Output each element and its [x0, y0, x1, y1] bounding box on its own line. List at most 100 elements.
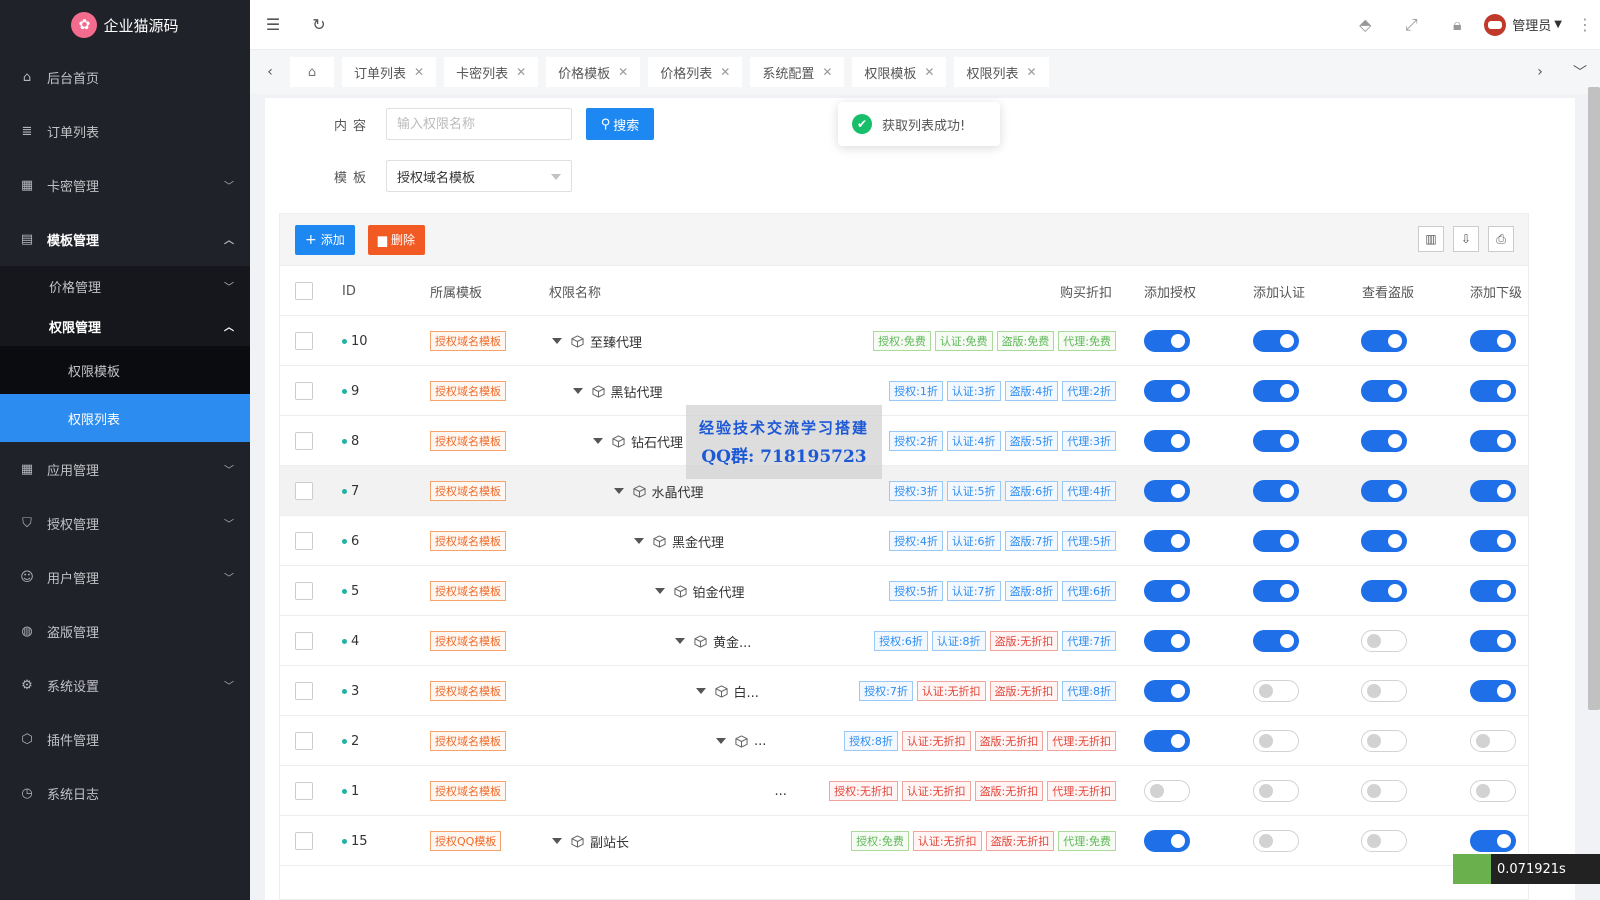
table-row[interactable]: 5 授权域名模板 铂金代理 授权:5折 认证:7折 盗版:8折 代理:6折: [280, 566, 1528, 616]
add-sub-switch[interactable]: [1470, 580, 1516, 602]
tab-cards[interactable]: 卡密列表 ✕: [444, 57, 539, 87]
table-row[interactable]: 9 授权域名模板 黑钻代理 授权:1折 认证:3折 盗版:4折 代理:2折: [280, 366, 1528, 416]
add-verify-switch[interactable]: [1253, 580, 1299, 602]
view-piracy-switch[interactable]: [1361, 480, 1407, 502]
view-piracy-switch[interactable]: [1361, 680, 1407, 702]
tree-expand-icon[interactable]: [716, 738, 726, 744]
column-header-id[interactable]: ID: [342, 266, 356, 316]
tree-expand-icon[interactable]: [654, 588, 665, 594]
row-checkbox[interactable]: [295, 832, 313, 850]
view-piracy-switch[interactable]: [1361, 730, 1407, 752]
permission-name-input[interactable]: [386, 108, 572, 140]
table-row[interactable]: 15 授权QQ模板 副站长 授权:免费 认证:无折扣 盗版:无折扣 代理:免费: [280, 816, 1528, 866]
tree-expand-icon[interactable]: [593, 438, 603, 444]
tree-expand-icon[interactable]: [634, 538, 644, 544]
close-icon[interactable]: ✕: [516, 65, 526, 79]
row-checkbox[interactable]: [295, 582, 313, 600]
add-license-switch[interactable]: [1144, 630, 1190, 652]
add-sub-switch[interactable]: [1470, 530, 1516, 552]
tab-home[interactable]: ⌂: [290, 57, 334, 87]
view-piracy-switch[interactable]: [1361, 630, 1407, 652]
add-sub-switch[interactable]: [1470, 730, 1516, 752]
add-license-switch[interactable]: [1144, 380, 1190, 402]
add-license-switch[interactable]: [1144, 830, 1190, 852]
view-piracy-switch[interactable]: [1361, 430, 1407, 452]
tab-price-templates[interactable]: 价格模板 ✕: [546, 57, 641, 87]
close-icon[interactable]: ✕: [1026, 65, 1036, 79]
sidebar-item-licenses[interactable]: ⛉ 授权管理 ﹀: [0, 496, 250, 550]
sidebar-item-settings[interactable]: ⚙ 系统设置 ﹀: [0, 658, 250, 712]
sidebar-item-permission-templates[interactable]: 权限模板: [0, 346, 250, 394]
tree-expand-icon[interactable]: [695, 688, 706, 694]
add-sub-switch[interactable]: [1470, 630, 1516, 652]
tree-expand-icon[interactable]: [675, 638, 685, 644]
add-verify-switch[interactable]: [1253, 530, 1299, 552]
add-license-switch[interactable]: [1144, 430, 1190, 452]
tab-permission-list[interactable]: 权限列表 ✕: [954, 57, 1049, 87]
row-checkbox[interactable]: [295, 532, 313, 550]
add-license-switch[interactable]: [1144, 780, 1190, 802]
add-verify-switch[interactable]: [1253, 480, 1299, 502]
admin-menu[interactable]: 管理员 ▼: [1480, 13, 1570, 36]
sidebar-item-permissions[interactable]: 权限管理 ︿: [0, 306, 250, 346]
sidebar-item-permission-list[interactable]: 权限列表: [0, 394, 250, 442]
columns-icon[interactable]: ▥: [1418, 226, 1444, 252]
table-row[interactable]: 7 授权域名模板 水晶代理 授权:3折 认证:5折 盗版:6折 代理:4折: [280, 466, 1528, 516]
tree-expand-icon[interactable]: [613, 488, 624, 494]
add-sub-switch[interactable]: [1470, 480, 1516, 502]
add-sub-switch[interactable]: [1470, 780, 1516, 802]
tabs-scroll-left-icon[interactable]: ‹: [250, 50, 290, 94]
row-checkbox[interactable]: [295, 332, 313, 350]
sidebar-item-templates[interactable]: ▤ 模板管理 ︿: [0, 212, 250, 266]
sidebar-item-home[interactable]: ⌂ 后台首页: [0, 50, 250, 104]
row-checkbox[interactable]: [295, 382, 313, 400]
row-checkbox[interactable]: [295, 782, 313, 800]
page-scrollbar[interactable]: [1588, 87, 1600, 710]
column-header-add-license[interactable]: 添加授权: [1144, 266, 1196, 316]
tab-system-config[interactable]: 系统配置 ✕: [750, 57, 845, 87]
search-button[interactable]: ⚲ 搜索: [586, 108, 654, 140]
add-license-switch[interactable]: [1144, 730, 1190, 752]
add-license-switch[interactable]: [1144, 330, 1190, 352]
add-license-switch[interactable]: [1144, 680, 1190, 702]
add-verify-switch[interactable]: [1253, 730, 1299, 752]
view-piracy-switch[interactable]: [1361, 580, 1407, 602]
view-piracy-switch[interactable]: [1361, 530, 1407, 552]
add-verify-switch[interactable]: [1253, 630, 1299, 652]
column-header-add-sub[interactable]: 添加下级: [1470, 266, 1522, 316]
lock-icon[interactable]: 🔒︎: [1434, 0, 1480, 50]
sidebar-item-price[interactable]: 价格管理 ﹀: [0, 266, 250, 306]
close-icon[interactable]: ✕: [924, 65, 934, 79]
row-checkbox[interactable]: [295, 732, 313, 750]
add-sub-switch[interactable]: [1470, 430, 1516, 452]
add-verify-switch[interactable]: [1253, 780, 1299, 802]
tab-price-list[interactable]: 价格列表 ✕: [648, 57, 743, 87]
tab-orders[interactable]: 订单列表 ✕: [342, 57, 437, 87]
row-checkbox[interactable]: [295, 632, 313, 650]
row-checkbox[interactable]: [295, 482, 313, 500]
template-select[interactable]: 授权域名模板: [386, 160, 572, 192]
view-piracy-switch[interactable]: [1361, 330, 1407, 352]
export-icon[interactable]: ⇩: [1453, 226, 1479, 252]
tree-expand-icon[interactable]: [552, 838, 562, 844]
add-sub-switch[interactable]: [1470, 830, 1516, 852]
view-piracy-switch[interactable]: [1361, 830, 1407, 852]
add-verify-switch[interactable]: [1253, 330, 1299, 352]
sidebar-item-cards[interactable]: ▦ 卡密管理 ﹀: [0, 158, 250, 212]
column-header-template[interactable]: 所属模板: [430, 266, 482, 316]
tag-icon[interactable]: ⬘: [1342, 0, 1388, 50]
sidebar-item-piracy[interactable]: ◍ 盗版管理: [0, 604, 250, 658]
add-license-switch[interactable]: [1144, 530, 1190, 552]
add-sub-switch[interactable]: [1470, 330, 1516, 352]
add-verify-switch[interactable]: [1253, 680, 1299, 702]
view-piracy-switch[interactable]: [1361, 380, 1407, 402]
sidebar-item-orders[interactable]: ≣ 订单列表: [0, 104, 250, 158]
column-header-view-piracy[interactable]: 查看盗版: [1362, 266, 1414, 316]
close-icon[interactable]: ✕: [822, 65, 832, 79]
table-row[interactable]: 2 授权域名模板... 授权:8折 认证:无折扣 盗版:无折扣 代理:无折扣: [280, 716, 1528, 766]
close-icon[interactable]: ✕: [414, 65, 424, 79]
table-row[interactable]: 1 授权域名模板... 授权:无折扣 认证:无折扣 盗版:无折扣 代理:无折扣: [280, 766, 1528, 816]
menu-collapse-icon[interactable]: ☰: [250, 0, 296, 50]
more-vertical-icon[interactable]: ⋮: [1570, 0, 1600, 50]
add-license-switch[interactable]: [1144, 480, 1190, 502]
